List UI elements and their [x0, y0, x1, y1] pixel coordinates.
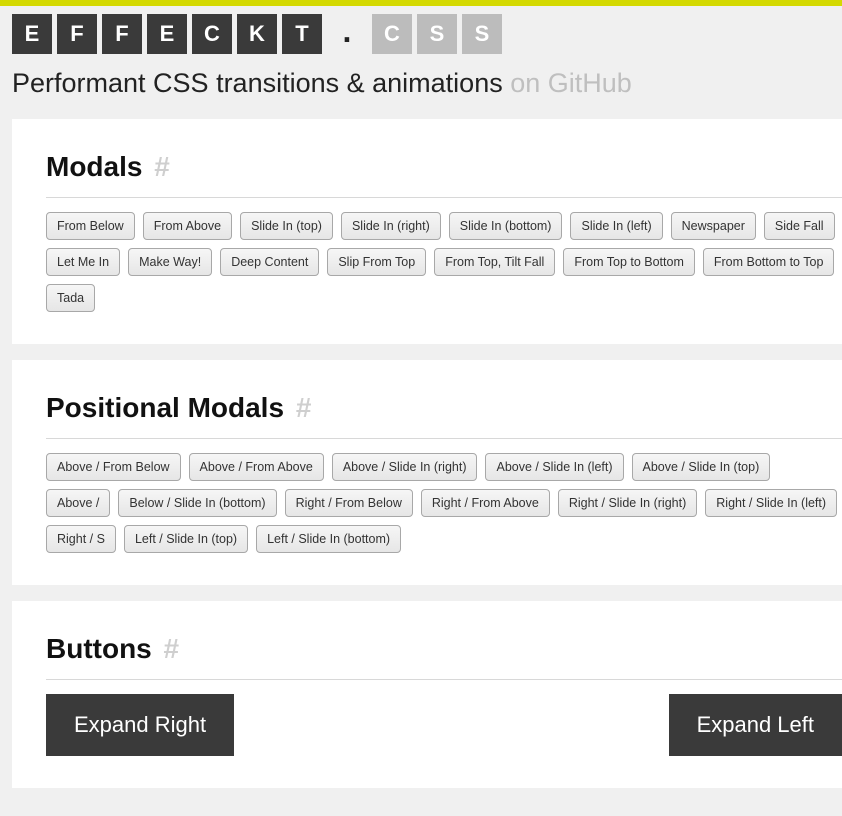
section-positional-modals: Positional Modals # Above / From BelowAb…	[12, 360, 842, 585]
logo-tile: E	[12, 14, 52, 54]
logo-tile: C	[372, 14, 412, 54]
divider	[46, 197, 842, 198]
section-title-text: Modals	[46, 151, 142, 182]
positional-modal-demo-button[interactable]: Right / Slide In (left)	[705, 489, 837, 517]
positional-modal-demo-button[interactable]: Left / Slide In (top)	[124, 525, 248, 553]
page-subtitle: Performant CSS transitions & animations …	[0, 62, 842, 119]
modal-demo-button[interactable]: From Top, Tilt Fall	[434, 248, 555, 276]
divider	[46, 438, 842, 439]
big-demo-button[interactable]: Expand Right	[46, 694, 234, 756]
positional-modal-demo-button[interactable]: Above /	[46, 489, 110, 517]
positional-modal-demo-button[interactable]: Left / Slide In (bottom)	[256, 525, 401, 553]
modal-demo-button[interactable]: Side Fall	[764, 212, 835, 240]
positional-modal-demo-button[interactable]: Above / From Above	[189, 453, 324, 481]
section-title: Modals #	[46, 151, 842, 183]
positional-modal-demo-button[interactable]: Above / Slide In (right)	[332, 453, 478, 481]
modal-demo-button[interactable]: Slide In (bottom)	[449, 212, 563, 240]
section-title: Buttons #	[46, 633, 842, 665]
logo-tile: F	[102, 14, 142, 54]
modal-demo-button[interactable]: From Below	[46, 212, 135, 240]
anchor-link-icon[interactable]: #	[154, 151, 170, 182]
positional-modal-button-group: Above / From Below Above / From Above Abov…	[46, 453, 842, 553]
modal-demo-button[interactable]: Newspaper	[671, 212, 756, 240]
modal-demo-button[interactable]: Slide In (right)	[341, 212, 441, 240]
logo: EFFECKT.CSS	[0, 6, 842, 62]
logo-tile: .	[327, 14, 367, 54]
modal-demo-button[interactable]: Slide In (top)	[240, 212, 333, 240]
modal-demo-button[interactable]: From Above	[143, 212, 232, 240]
positional-modal-demo-button[interactable]: Above / Slide In (left)	[485, 453, 623, 481]
modal-demo-button[interactable]: Make Way!	[128, 248, 212, 276]
section-title-text: Positional Modals	[46, 392, 284, 423]
modal-demo-button[interactable]: Let Me In	[46, 248, 120, 276]
modal-demo-button[interactable]: Tada	[46, 284, 95, 312]
positional-modal-demo-button[interactable]: Right / From Above	[421, 489, 550, 517]
positional-modal-demo-button[interactable]: Below / Slide In (bottom)	[118, 489, 276, 517]
big-button-row: Expand Right Expand Left	[46, 694, 842, 756]
positional-modal-demo-button[interactable]: Right / From Below	[285, 489, 413, 517]
modal-demo-button[interactable]: From Bottom to Top	[703, 248, 835, 276]
subtitle-text: Performant CSS transitions & animations	[12, 68, 510, 98]
section-buttons: Buttons # Expand Right Expand Left	[12, 601, 842, 788]
logo-tile: C	[192, 14, 232, 54]
modal-demo-button[interactable]: Slip From Top	[327, 248, 426, 276]
github-link[interactable]: on GitHub	[510, 68, 632, 98]
modal-demo-button[interactable]: Deep Content	[220, 248, 319, 276]
logo-tile: S	[462, 14, 502, 54]
big-demo-button[interactable]: Expand Left	[669, 694, 842, 756]
section-title: Positional Modals #	[46, 392, 842, 424]
divider	[46, 679, 842, 680]
anchor-link-icon[interactable]: #	[296, 392, 312, 423]
logo-tile: F	[57, 14, 97, 54]
logo-tile: E	[147, 14, 187, 54]
logo-tile: S	[417, 14, 457, 54]
modal-demo-button[interactable]: From Top to Bottom	[563, 248, 695, 276]
section-modals: Modals # From Below From Above Slide In (t…	[12, 119, 842, 344]
modal-demo-button[interactable]: Slide In (left)	[570, 212, 662, 240]
anchor-link-icon[interactable]: #	[164, 633, 180, 664]
positional-modal-demo-button[interactable]: Above / From Below	[46, 453, 181, 481]
section-title-text: Buttons	[46, 633, 152, 664]
positional-modal-demo-button[interactable]: Right / S	[46, 525, 116, 553]
logo-tile: T	[282, 14, 322, 54]
logo-tile: K	[237, 14, 277, 54]
positional-modal-demo-button[interactable]: Above / Slide In (top)	[632, 453, 771, 481]
positional-modal-demo-button[interactable]: Right / Slide In (right)	[558, 489, 697, 517]
modal-button-group: From Below From Above Slide In (top) Slide …	[46, 212, 842, 312]
